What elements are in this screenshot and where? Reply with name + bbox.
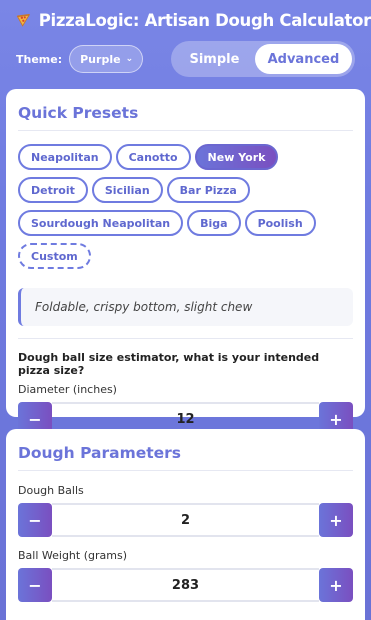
preset-chip-poolish[interactable]: Poolish bbox=[244, 210, 316, 236]
preset-chip-new-york[interactable]: New York bbox=[194, 144, 279, 170]
dough-parameters-title: Dough Parameters bbox=[18, 429, 353, 471]
dough-balls-decrement-button[interactable]: − bbox=[18, 503, 52, 537]
diameter-label: Diameter (inches) bbox=[18, 383, 117, 396]
quick-presets-title: Quick Presets bbox=[18, 89, 353, 131]
dough-parameters-card: Dough Parameters Dough Balls − 2 + Ball … bbox=[6, 429, 365, 620]
mode-advanced-button[interactable]: Advanced bbox=[254, 44, 352, 74]
preset-chip-detroit[interactable]: Detroit bbox=[18, 177, 88, 203]
dough-balls-increment-button[interactable]: + bbox=[319, 503, 353, 537]
theme-select[interactable]: Purple ⌄ bbox=[69, 45, 144, 73]
ball-weight-increment-button[interactable]: + bbox=[319, 568, 353, 602]
app-title: PizzaLogic: Artisan Dough Calculator bbox=[38, 10, 371, 30]
ball-weight-stepper: − 283 + bbox=[18, 568, 353, 602]
dough-balls-label: Dough Balls bbox=[18, 484, 84, 497]
preset-chip-sourdough-neapolitan[interactable]: Sourdough Neapolitan bbox=[18, 210, 184, 236]
divider bbox=[18, 338, 353, 339]
ball-weight-label: Ball Weight (grams) bbox=[18, 549, 127, 562]
theme-select-value: Purple bbox=[80, 52, 121, 66]
quick-presets-card: Quick Presets Neapolitan Canotto New Yor… bbox=[6, 89, 365, 436]
preset-chip-custom[interactable]: Custom bbox=[18, 243, 91, 269]
theme-row: Theme: Purple ⌄ bbox=[16, 44, 144, 74]
preset-chip-bar-pizza[interactable]: Bar Pizza bbox=[166, 177, 250, 203]
app-header: PizzaLogic: Artisan Dough Calculator bbox=[0, 0, 371, 40]
preset-chip-canotto[interactable]: Canotto bbox=[115, 144, 191, 170]
preset-chip-neapolitan[interactable]: Neapolitan bbox=[18, 144, 112, 170]
dough-balls-stepper: − 2 + bbox=[18, 503, 353, 537]
chevron-down-icon: ⌄ bbox=[125, 54, 134, 64]
ball-weight-decrement-button[interactable]: − bbox=[18, 568, 52, 602]
preset-chip-list: Neapolitan Canotto New York Detroit Sici… bbox=[18, 144, 338, 276]
preset-chip-biga[interactable]: Biga bbox=[187, 210, 241, 236]
preset-description: Foldable, crispy bottom, slight chew bbox=[18, 288, 353, 326]
ball-weight-input[interactable]: 283 bbox=[52, 568, 319, 602]
theme-label: Theme: bbox=[16, 52, 63, 66]
mode-simple-button[interactable]: Simple bbox=[174, 44, 255, 74]
mode-toggle: Simple Advanced bbox=[171, 41, 355, 77]
pizza-slice-icon bbox=[16, 14, 31, 27]
preset-chip-sicilian[interactable]: Sicilian bbox=[91, 177, 163, 203]
estimator-question: Dough ball size estimator, what is your … bbox=[18, 351, 320, 377]
dough-balls-input[interactable]: 2 bbox=[52, 503, 319, 537]
